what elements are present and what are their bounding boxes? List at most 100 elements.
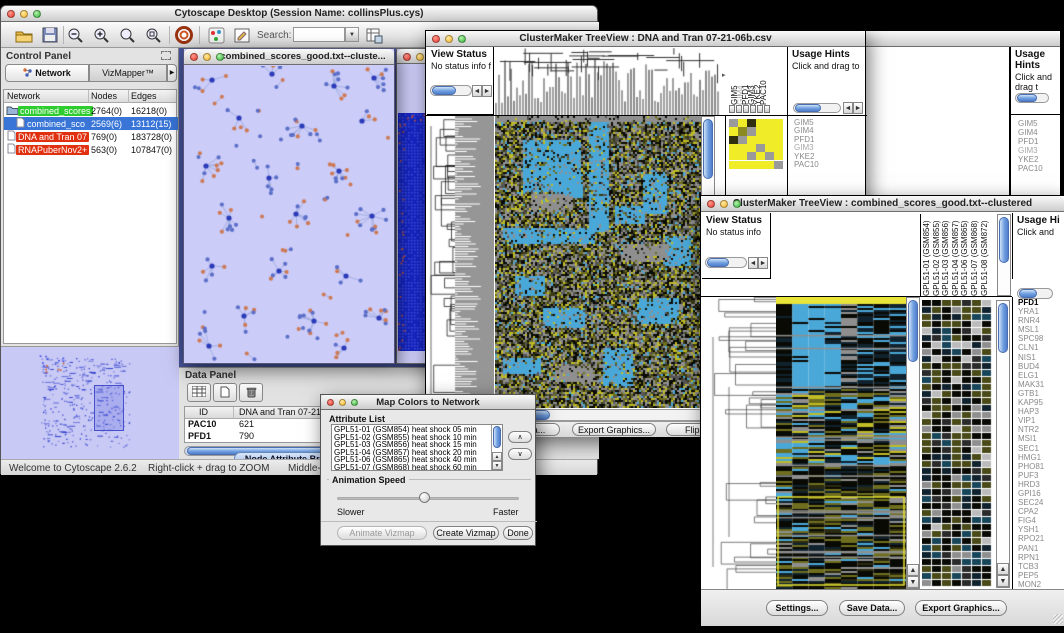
column-label[interactable]: GPL51-01 (GSM854) <box>922 220 931 296</box>
delete-attribute-button[interactable] <box>239 383 263 402</box>
move-down-button[interactable]: ∨ <box>508 448 532 460</box>
usage-scrollbar[interactable] <box>1015 93 1049 103</box>
scroll-left-button[interactable]: ◄ <box>472 85 482 97</box>
gene-label[interactable]: CLN1 <box>1015 343 1044 352</box>
save-icon[interactable] <box>39 25 61 45</box>
gene-label[interactable]: CPA2 <box>1015 507 1044 516</box>
view-status-scrollbar[interactable] <box>705 257 747 268</box>
vscroll-thumb[interactable] <box>999 217 1009 263</box>
minimize-icon[interactable] <box>445 35 453 43</box>
gene-label[interactable]: PHO81 <box>1015 462 1044 471</box>
matrix-cell[interactable] <box>774 161 783 169</box>
scroll-right-button[interactable]: ► <box>758 257 768 269</box>
matrix-cell[interactable] <box>747 152 756 160</box>
search-dropdown-button[interactable]: ▼ <box>345 27 359 42</box>
gene-label[interactable]: PFD1 <box>1015 298 1044 307</box>
zoom-tool-icon[interactable] <box>736 105 742 113</box>
column-label[interactable]: GPL51-07 (GSM868) <box>970 220 979 296</box>
column-label[interactable]: GPL51-02 (GSM855) <box>932 220 941 296</box>
network-row[interactable]: RNAPuberNov2+ 563(0) 107847(0) <box>4 143 178 156</box>
birdseye-panel[interactable] <box>1 346 179 459</box>
dialog-titlebar[interactable]: Map Colors to Network <box>321 395 535 410</box>
zoom-window-icon[interactable] <box>351 399 358 406</box>
gene-label[interactable]: RPN1 <box>1015 553 1044 562</box>
done-button[interactable]: Done <box>503 526 533 540</box>
zoom-window-icon[interactable] <box>733 200 741 208</box>
minimize-icon[interactable] <box>20 10 28 18</box>
close-icon[interactable] <box>327 399 334 406</box>
vscroll-thumb[interactable] <box>908 300 918 362</box>
heatmap-vscrollbar[interactable]: ▲ ▼ <box>906 297 920 589</box>
zoom-selected-icon[interactable] <box>117 25 139 45</box>
scroll-up-button[interactable]: ▲ <box>907 564 919 576</box>
matrix-cell[interactable] <box>756 127 765 135</box>
matrix-cell[interactable] <box>756 119 765 127</box>
gene-label[interactable]: KAP95 <box>1015 398 1044 407</box>
vscroll-thumb[interactable] <box>703 119 713 179</box>
attribute-item[interactable]: GPL51-07 (GSM868) heat shock 60 min <box>332 464 490 471</box>
gene-label[interactable]: NIS1 <box>1015 353 1044 362</box>
new-attribute-button[interactable] <box>213 383 237 402</box>
expander-icon[interactable]: ▸ <box>722 71 726 79</box>
window-controls[interactable] <box>7 10 41 18</box>
gene-label[interactable]: SEC1 <box>1015 444 1044 453</box>
matrix-cell[interactable] <box>765 144 774 152</box>
minimize-icon[interactable] <box>416 53 424 61</box>
vscroll-thumb[interactable] <box>998 303 1008 353</box>
matrix-cell[interactable] <box>729 161 738 169</box>
create-vizmap-button[interactable]: Create Vizmap <box>433 526 499 540</box>
matrix-cell[interactable] <box>765 119 774 127</box>
usage-scrollbar[interactable] <box>793 103 841 113</box>
col-edges[interactable]: Edges <box>131 91 157 101</box>
scroll-down-button[interactable]: ▼ <box>997 575 1009 587</box>
minimize-icon[interactable] <box>720 200 728 208</box>
treeview-combined-titlebar[interactable]: ClusterMaker TreeView : combined_scores_… <box>701 196 1064 212</box>
import-table-icon[interactable] <box>363 25 385 45</box>
close-icon[interactable] <box>190 53 198 61</box>
gene-label[interactable]: GIM5 <box>1015 119 1043 128</box>
help-icon[interactable] <box>173 25 195 45</box>
network-row-selected[interactable]: combined_sco 2569(6) 13112(15) <box>4 117 178 130</box>
view-status-scrollbar[interactable] <box>430 85 472 96</box>
gene-label[interactable]: PUF3 <box>1015 471 1044 480</box>
matrix-cell[interactable] <box>738 152 747 160</box>
heatmap-view[interactable] <box>495 116 701 408</box>
heatmap-view[interactable] <box>776 297 906 589</box>
matrix-cell[interactable] <box>729 144 738 152</box>
treeview-dna-titlebar[interactable]: ClusterMaker TreeView : DNA and Tran 07-… <box>426 31 865 47</box>
gene-label[interactable]: MAK31 <box>1015 380 1044 389</box>
minimize-icon[interactable] <box>339 399 346 406</box>
birdseye-viewport-rect[interactable] <box>94 385 124 431</box>
col-network[interactable]: Network <box>7 91 40 101</box>
speed-slider-thumb[interactable] <box>419 492 430 503</box>
zoom-window-icon[interactable] <box>33 10 41 18</box>
gene-label[interactable]: GIM4 <box>1015 128 1043 137</box>
gene-label[interactable]: FIG4 <box>1015 516 1044 525</box>
gene-label[interactable]: HRD3 <box>1015 480 1044 489</box>
matrix-cell[interactable] <box>774 144 783 152</box>
gene-label[interactable]: HAP3 <box>1015 407 1044 416</box>
matrix-cell[interactable] <box>729 136 738 144</box>
matrix-cell[interactable] <box>747 144 756 152</box>
close-icon[interactable] <box>707 200 715 208</box>
gene-label[interactable]: GTB1 <box>1015 389 1044 398</box>
column-label[interactable]: GPL51-06 (GSM865) <box>960 220 969 296</box>
zoom-tool-icon[interactable] <box>743 105 749 113</box>
gene-label[interactable]: TCB3 <box>1015 562 1044 571</box>
gene-label[interactable]: PAN1 <box>1015 544 1044 553</box>
network-row[interactable]: combined_scores 2764(0) 16218(0) <box>4 104 178 117</box>
zoom-out-icon[interactable] <box>65 25 87 45</box>
select-attributes-button[interactable] <box>187 383 211 402</box>
animate-vizmap-button[interactable]: Animate Vizmap <box>337 526 427 540</box>
matrix-cell[interactable] <box>765 127 774 135</box>
float-panel-icon[interactable] <box>161 51 171 60</box>
matrix-cell[interactable] <box>747 119 756 127</box>
attribute-listbox[interactable]: GPL51-01 (GSM854) heat shock 05 minGPL51… <box>331 424 503 471</box>
matrix-cell[interactable] <box>738 119 747 127</box>
export-graphics-button[interactable]: Export Graphics... <box>915 600 1007 616</box>
matrix-cell[interactable] <box>756 161 765 169</box>
zoom-tool-icon[interactable] <box>764 105 770 113</box>
zoom-fit-icon[interactable] <box>143 25 165 45</box>
matrix-cell[interactable] <box>738 136 747 144</box>
column-dendrogram[interactable] <box>495 48 721 115</box>
